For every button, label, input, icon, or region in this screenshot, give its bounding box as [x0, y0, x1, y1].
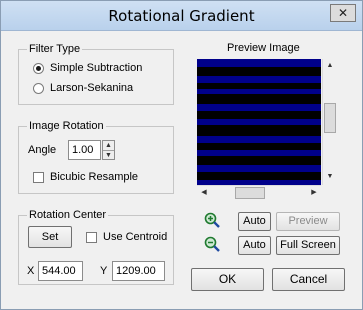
title-bar[interactable]: Rotational Gradient ✕ — [1, 1, 362, 31]
use-centroid-checkbox[interactable] — [86, 232, 97, 243]
preview-image-label: Preview Image — [227, 42, 300, 54]
auto-button-1[interactable]: Auto — [238, 212, 271, 231]
image-rotation-label: Image Rotation — [27, 120, 106, 132]
full-screen-button[interactable]: Full Screen — [276, 236, 340, 255]
scroll-left-icon[interactable]: ◀ — [199, 188, 209, 198]
y-label: Y — [100, 265, 108, 277]
y-input[interactable]: 1209.00 — [112, 261, 165, 281]
set-button[interactable]: Set — [28, 226, 72, 248]
scroll-up-icon[interactable]: ▲ — [325, 61, 335, 71]
preview-button[interactable]: Preview — [276, 212, 340, 231]
bicubic-label[interactable]: Bicubic Resample — [50, 171, 138, 184]
image-rotation-group: Image Rotation Angle 1.00 ▲ ▼ Bicubic Re… — [18, 120, 174, 194]
use-centroid-label[interactable]: Use Centroid — [103, 231, 167, 244]
x-input[interactable]: 544.00 — [38, 261, 83, 281]
rotation-center-label: Rotation Center — [27, 209, 109, 221]
dialog-window: Rotational Gradient ✕ Filter Type Simple… — [0, 0, 363, 310]
cancel-button[interactable]: Cancel — [272, 268, 345, 291]
larson-sekanina-radio[interactable] — [33, 83, 44, 94]
simple-subtraction-radio[interactable] — [33, 63, 44, 74]
zoom-in-icon[interactable] — [204, 212, 220, 228]
vertical-scroll-thumb[interactable] — [324, 103, 336, 133]
filter-type-group: Filter Type Simple Subtraction Larson-Se… — [18, 43, 174, 105]
filter-type-label: Filter Type — [27, 43, 83, 55]
angle-input[interactable]: 1.00 — [68, 140, 101, 160]
angle-spinner[interactable]: ▲ ▼ — [102, 140, 115, 160]
close-button[interactable]: ✕ — [330, 4, 356, 22]
x-label: X — [27, 265, 35, 277]
scroll-right-icon[interactable]: ▶ — [309, 188, 319, 198]
scroll-down-icon[interactable]: ▼ — [325, 172, 335, 182]
ok-button[interactable]: OK — [191, 268, 264, 291]
preview-vertical-scrollbar[interactable]: ▲ ▼ — [322, 59, 336, 185]
larson-sekanina-label[interactable]: Larson-Sekanina — [50, 82, 133, 95]
preview-image[interactable] — [197, 59, 321, 185]
preview-horizontal-scrollbar[interactable]: ◀ ▶ — [197, 185, 321, 199]
zoom-out-icon[interactable] — [204, 236, 220, 252]
bicubic-checkbox[interactable] — [33, 172, 44, 183]
spin-up-icon[interactable]: ▲ — [103, 141, 114, 150]
angle-label: Angle — [28, 144, 57, 156]
rotation-center-group: Rotation Center Set Use Centroid X 544.0… — [18, 209, 174, 285]
simple-subtraction-label[interactable]: Simple Subtraction — [50, 62, 142, 75]
window-title: Rotational Gradient — [108, 7, 255, 25]
spin-down-icon[interactable]: ▼ — [103, 150, 114, 159]
horizontal-scroll-thumb[interactable] — [235, 187, 265, 199]
auto-button-2[interactable]: Auto — [238, 236, 271, 255]
